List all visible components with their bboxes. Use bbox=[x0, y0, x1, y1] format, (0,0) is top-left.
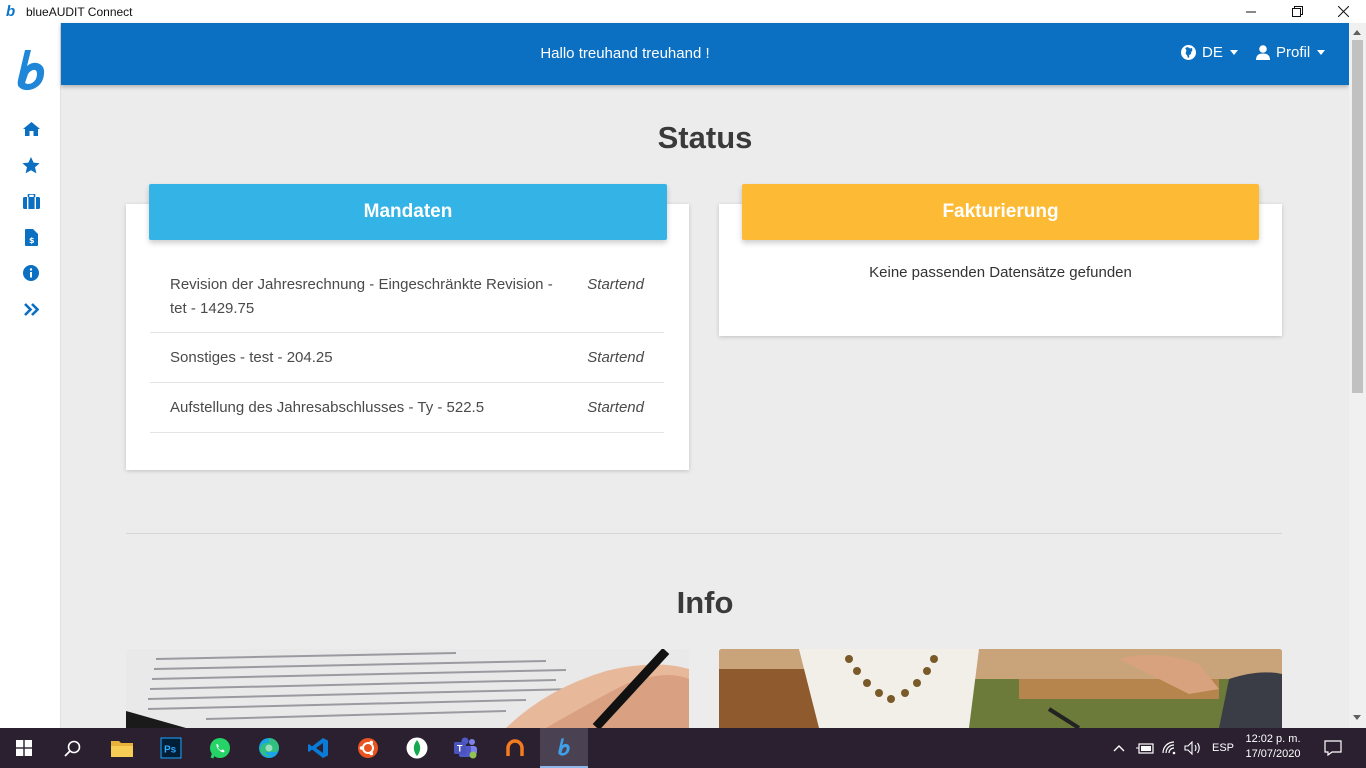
start-button[interactable] bbox=[0, 728, 48, 768]
mandate-row[interactable]: Sonstiges - test - 204.25 Startend bbox=[150, 333, 664, 383]
profile-label: Profil bbox=[1276, 44, 1311, 61]
input-language-indicator[interactable]: ESP bbox=[1212, 742, 1234, 754]
windows-taskbar: Ps T ESP 12:02 p. m. 17/07/2020 bbox=[0, 728, 1366, 768]
window-titlebar: b blueAUDIT Connect bbox=[0, 0, 1366, 23]
briefcase-icon bbox=[22, 193, 40, 209]
mandate-status: Startend bbox=[587, 349, 644, 366]
clock-time: 12:02 p. m. bbox=[1245, 733, 1301, 745]
orange-arc-icon bbox=[506, 739, 524, 756]
top-header: Hallo treuhand treuhand ! DE Profil bbox=[61, 23, 1349, 85]
invoice-dollar-icon: $ bbox=[24, 228, 38, 246]
taskbar-teams[interactable]: T bbox=[442, 728, 490, 768]
search-icon bbox=[63, 740, 80, 757]
photoshop-icon: Ps bbox=[160, 737, 182, 759]
sidebar-item-home[interactable] bbox=[20, 118, 42, 140]
window-title: blueAUDIT Connect bbox=[26, 4, 133, 19]
sidebar: $ bbox=[0, 23, 61, 728]
taskbar-whatsapp[interactable] bbox=[196, 728, 244, 768]
teams-icon: T bbox=[454, 737, 477, 759]
app-logo-icon: b bbox=[6, 2, 16, 20]
language-label: DE bbox=[1202, 44, 1223, 61]
user-icon bbox=[1256, 45, 1270, 60]
mandate-status: Startend bbox=[587, 399, 644, 416]
taskbar-photoshop[interactable]: Ps bbox=[147, 728, 195, 768]
minimize-icon bbox=[1246, 11, 1256, 12]
svg-text:$: $ bbox=[29, 236, 35, 245]
restore-icon bbox=[1291, 6, 1303, 17]
battery-icon[interactable] bbox=[1136, 742, 1154, 754]
contract-signing-image bbox=[126, 649, 689, 728]
taskbar-clock[interactable]: 12:02 p. m. 17/07/2020 bbox=[1238, 732, 1308, 762]
sidebar-item-expand[interactable] bbox=[20, 298, 42, 320]
restore-button[interactable] bbox=[1274, 0, 1320, 23]
greeting-text: Hallo treuhand treuhand ! bbox=[540, 45, 710, 62]
svg-text:T: T bbox=[457, 744, 463, 754]
mandate-row[interactable]: Revision der Jahresrechnung - Eingeschrä… bbox=[150, 264, 664, 333]
wifi-icon[interactable] bbox=[1162, 741, 1178, 755]
close-icon bbox=[1337, 6, 1349, 17]
info-image-contract[interactable] bbox=[126, 649, 689, 728]
no-records-message: Keine passenden Datensätze gefunden bbox=[869, 264, 1132, 281]
sidebar-item-info[interactable] bbox=[20, 262, 42, 284]
mandate-description: Sonstiges - test - 204.25 bbox=[170, 349, 333, 366]
ubuntu-icon bbox=[358, 738, 378, 758]
minimize-button[interactable] bbox=[1228, 0, 1274, 23]
language-dropdown[interactable]: DE bbox=[1181, 44, 1238, 61]
chevron-down-icon bbox=[1317, 50, 1326, 55]
taskbar-file-explorer[interactable] bbox=[98, 728, 146, 768]
scroll-up-arrow-icon[interactable] bbox=[1353, 30, 1361, 35]
taskbar-edge[interactable] bbox=[245, 728, 293, 768]
sidebar-item-mandates[interactable] bbox=[20, 190, 42, 212]
notification-icon bbox=[1324, 740, 1342, 756]
sidebar-item-invoices[interactable]: $ bbox=[20, 226, 42, 248]
business-meeting-image bbox=[719, 649, 1282, 728]
globe-icon bbox=[1181, 45, 1196, 60]
svg-text:Ps: Ps bbox=[164, 745, 177, 756]
section-divider bbox=[126, 533, 1282, 534]
taskbar-search-button[interactable] bbox=[48, 728, 96, 768]
taskbar-mongodb-compass[interactable] bbox=[393, 728, 441, 768]
profile-dropdown[interactable]: Profil bbox=[1256, 44, 1326, 61]
info-circle-icon bbox=[23, 265, 39, 281]
mandate-description: Aufstellung des Jahresabschlusses - Ty -… bbox=[170, 399, 485, 416]
mongodb-icon bbox=[406, 737, 428, 759]
folder-icon bbox=[111, 741, 133, 757]
mandate-row[interactable]: Aufstellung des Jahresabschlusses - Ty -… bbox=[150, 383, 664, 433]
whatsapp-icon bbox=[210, 738, 230, 759]
home-icon bbox=[22, 122, 40, 136]
mandate-description: Revision der Jahresrechnung - Eingeschrä… bbox=[170, 276, 553, 317]
double-chevron-right-icon bbox=[23, 302, 39, 316]
system-tray: ESP bbox=[1112, 728, 1234, 768]
close-button[interactable] bbox=[1320, 0, 1366, 23]
info-image-meeting[interactable] bbox=[719, 649, 1282, 728]
scroll-down-arrow-icon[interactable] bbox=[1353, 715, 1361, 720]
blueaudit-logo-icon bbox=[558, 738, 570, 756]
mandate-status: Startend bbox=[587, 276, 644, 293]
taskbar-ubuntu[interactable] bbox=[344, 728, 392, 768]
windows-logo-icon bbox=[16, 740, 32, 756]
info-heading: Info bbox=[676, 585, 734, 620]
action-center-button[interactable] bbox=[1310, 728, 1356, 768]
clock-date: 17/07/2020 bbox=[1245, 748, 1301, 760]
volume-icon[interactable] bbox=[1184, 741, 1202, 755]
status-heading: Status bbox=[657, 120, 753, 155]
star-icon bbox=[22, 156, 40, 173]
scroll-thumb[interactable] bbox=[1352, 40, 1363, 393]
edge-browser-icon bbox=[259, 738, 279, 758]
taskbar-vscode[interactable] bbox=[294, 728, 342, 768]
mandaten-card-header[interactable]: Mandaten bbox=[149, 184, 667, 240]
tray-overflow-chevron-up-icon[interactable] bbox=[1112, 743, 1126, 753]
sidebar-item-favorites[interactable] bbox=[20, 154, 42, 176]
fakturierung-card-header[interactable]: Fakturierung bbox=[742, 184, 1259, 240]
taskbar-orange-app[interactable] bbox=[491, 728, 539, 768]
mandaten-card: Revision der Jahresrechnung - Eingeschrä… bbox=[126, 204, 689, 470]
vscode-icon bbox=[308, 738, 328, 758]
taskbar-blueaudit-connect[interactable] bbox=[540, 728, 588, 768]
chevron-down-icon bbox=[1229, 50, 1238, 55]
vertical-scrollbar[interactable] bbox=[1349, 23, 1366, 728]
brand-logo-icon[interactable] bbox=[16, 49, 46, 91]
